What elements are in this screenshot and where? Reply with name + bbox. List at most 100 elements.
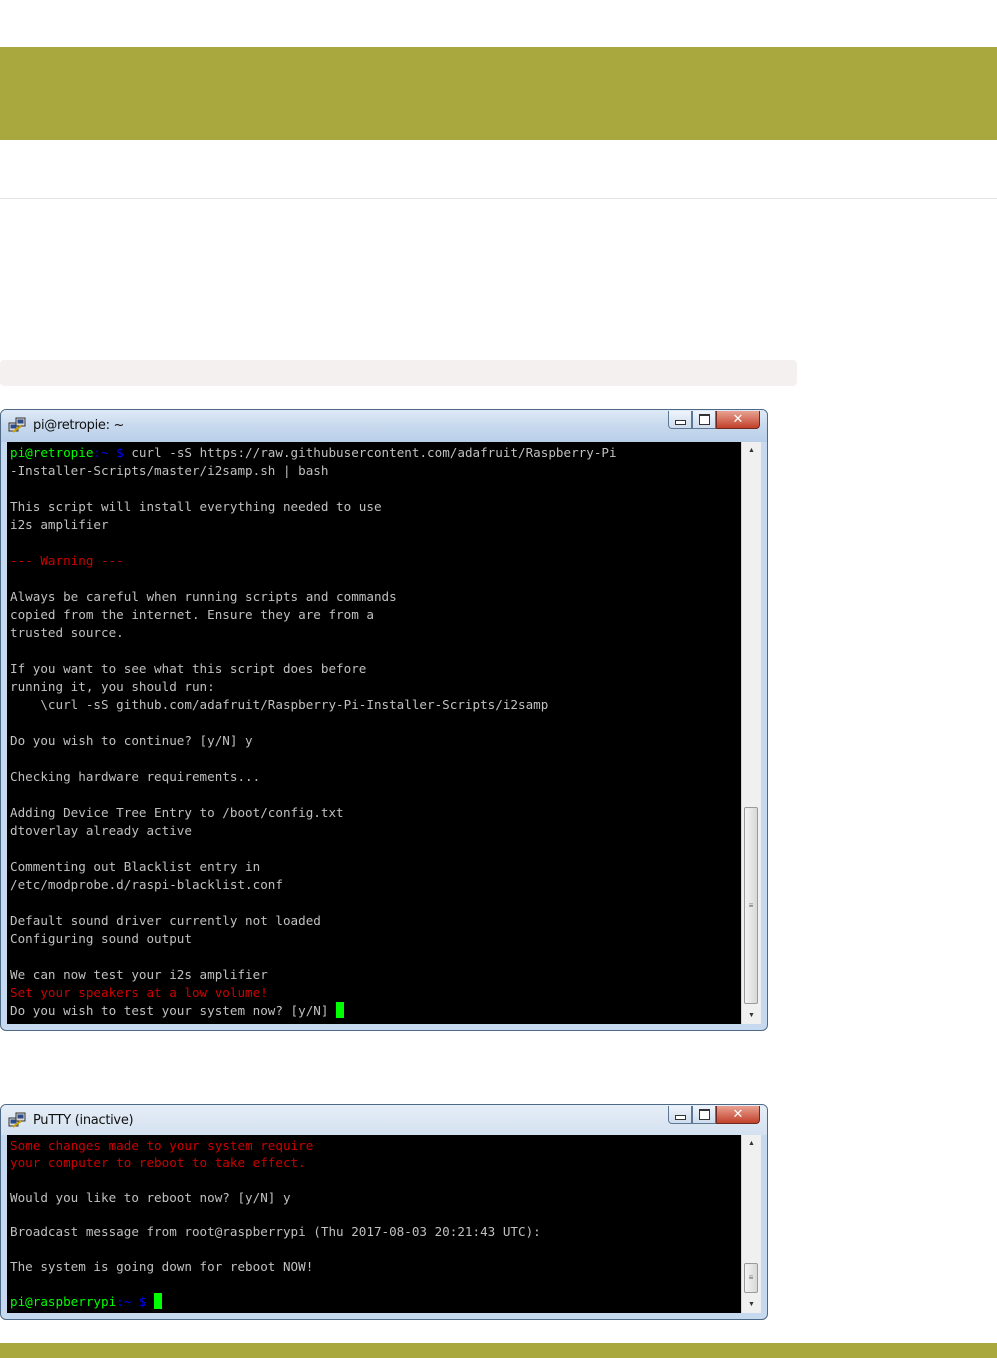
grip-icon: ≡ — [748, 1273, 754, 1282]
maximize-button[interactable] — [692, 411, 716, 429]
close-button[interactable]: ✕ — [716, 1106, 760, 1124]
terminal-text: Adding Device Tree Entry to /boot/config… — [10, 805, 344, 820]
terminal-line: Configuring sound output — [10, 930, 617, 948]
terminal-line: Would you like to reboot now? [y/N] y — [10, 1189, 541, 1206]
window-titlebar[interactable]: pi@retropie: ~ ✕ — [1, 410, 767, 442]
terminal-text: Broadcast message from root@raspberrypi … — [10, 1224, 541, 1240]
terminal-line: This script will install everything need… — [10, 498, 617, 516]
terminal-text: Do you wish to continue? [y/N] y — [10, 733, 253, 748]
terminal-text: --- Warning --- — [10, 553, 124, 568]
scroll-down-arrow-icon[interactable]: ▼ — [742, 1296, 761, 1313]
header-divider — [0, 198, 997, 199]
window-controls: ✕ — [668, 1106, 760, 1125]
terminal-line: Set your speakers at a low volume! — [10, 984, 617, 1002]
terminal-text: The system is going down for reboot NOW! — [10, 1259, 314, 1275]
terminal-text: pi@retropie — [10, 445, 94, 460]
terminal-line: Do you wish to test your system now? [y/… — [10, 1002, 617, 1020]
terminal-text: Set your speakers at a low volume! — [10, 985, 268, 1000]
terminal-cursor — [154, 1292, 163, 1309]
terminal-line: /etc/modprobe.d/raspi-blacklist.conf — [10, 876, 617, 894]
terminal-text: Some changes made to your system require — [10, 1138, 314, 1153]
vertical-scrollbar[interactable]: ▲ ≡ ▼ — [741, 1135, 761, 1313]
terminal-line: We can now test your i2s amplifier — [10, 966, 617, 984]
terminal-line: Adding Device Tree Entry to /boot/config… — [10, 804, 617, 822]
terminal-text: Always be careful when running scripts a… — [10, 589, 397, 604]
terminal-line: running it, you should run: — [10, 678, 617, 696]
window-titlebar[interactable]: PuTTY (inactive) ✕ — [1, 1105, 767, 1135]
terminal-line: --- Warning --- — [10, 552, 617, 570]
putty-icon[interactable] — [8, 1112, 26, 1130]
scroll-down-arrow-icon[interactable]: ▼ — [742, 1007, 761, 1024]
terminal-line: pi@raspberrypi:~ $ — [10, 1292, 541, 1310]
terminal-output[interactable]: Some changes made to your system require… — [7, 1135, 741, 1313]
terminal-line: Broadcast message from root@raspberrypi … — [10, 1223, 541, 1240]
terminal-text: Default sound driver currently not loade… — [10, 913, 321, 928]
terminal-line: Checking hardware requirements... — [10, 768, 617, 786]
terminal-text: Checking hardware requirements... — [10, 769, 261, 784]
terminal-text: running it, you should run: — [10, 679, 215, 694]
close-icon: ✕ — [732, 1107, 744, 1122]
terminal-line: Always be careful when running scripts a… — [10, 588, 617, 606]
terminal-text: copied from the internet. Ensure they ar… — [10, 607, 374, 622]
terminal-line: -Installer-Scripts/master/i2samp.sh | ba… — [10, 462, 617, 480]
window-title: PuTTY (inactive) — [33, 1113, 134, 1128]
scrollbar-thumb[interactable]: ≡ — [744, 807, 758, 1004]
terminal-line: your computer to reboot to take effect. — [10, 1154, 541, 1171]
maximize-button[interactable] — [692, 1106, 716, 1124]
terminal-line: pi@retropie:~ $ curl -sS https://raw.git… — [10, 444, 617, 462]
terminal-text: your computer to reboot to take effect. — [10, 1155, 306, 1171]
window-title: pi@retropie: ~ — [33, 418, 125, 433]
terminal-line: Some changes made to your system require — [10, 1137, 541, 1154]
terminal-text: dtoverlay already active — [10, 823, 192, 838]
terminal-text: pi@raspberrypi — [10, 1293, 117, 1309]
header-band — [0, 47, 997, 140]
close-button[interactable]: ✕ — [716, 411, 760, 429]
maximize-icon — [698, 1109, 710, 1120]
terminal-output[interactable]: pi@retropie:~ $ curl -sS https://raw.git… — [7, 442, 741, 1024]
putty-icon[interactable] — [8, 417, 26, 435]
minimize-icon — [674, 1115, 686, 1120]
terminal-text: \curl -sS github.com/adafruit/Raspberry-… — [10, 697, 549, 712]
terminal-line: i2s amplifier — [10, 516, 617, 534]
scrollbar-thumb[interactable]: ≡ — [744, 1263, 758, 1293]
vertical-scrollbar[interactable]: ▲ ≡ ▼ — [741, 442, 761, 1024]
terminal-line: \curl -sS github.com/adafruit/Raspberry-… — [10, 696, 617, 714]
minimize-button[interactable] — [668, 1106, 692, 1124]
grip-icon: ≡ — [748, 900, 754, 910]
maximize-icon — [698, 414, 710, 425]
terminal-window-retropie: pi@retropie: ~ ✕ pi@retropie:~ $ curl -s… — [0, 409, 768, 1031]
terminal-text: /etc/modprobe.d/raspi-blacklist.conf — [10, 877, 283, 892]
terminal-lines: Some changes made to your system require… — [10, 1137, 541, 1310]
terminal-line: trusted source. — [10, 624, 617, 642]
close-icon: ✕ — [732, 412, 744, 427]
terminal-line: copied from the internet. Ensure they ar… — [10, 606, 617, 624]
terminal-line: If you want to see what this script does… — [10, 660, 617, 678]
window-controls: ✕ — [668, 411, 760, 430]
terminal-line: Default sound driver currently not loade… — [10, 912, 617, 930]
terminal-text: Configuring sound output — [10, 931, 192, 946]
terminal-line: Do you wish to continue? [y/N] y — [10, 732, 617, 750]
terminal-text: i2s amplifier — [10, 517, 109, 532]
terminal-text: Do you wish to test your system now? [y/… — [10, 1003, 337, 1018]
minimize-button[interactable] — [668, 411, 692, 429]
scroll-up-arrow-icon[interactable]: ▲ — [742, 442, 761, 459]
minimize-icon — [674, 420, 686, 425]
scroll-up-arrow-icon[interactable]: ▲ — [742, 1135, 761, 1152]
terminal-lines: pi@retropie:~ $ curl -sS https://raw.git… — [10, 444, 617, 1020]
terminal-text: trusted source. — [10, 625, 124, 640]
terminal-line: Commenting out Blacklist entry in — [10, 858, 617, 876]
terminal-text: We can now test your i2s amplifier — [10, 967, 268, 982]
